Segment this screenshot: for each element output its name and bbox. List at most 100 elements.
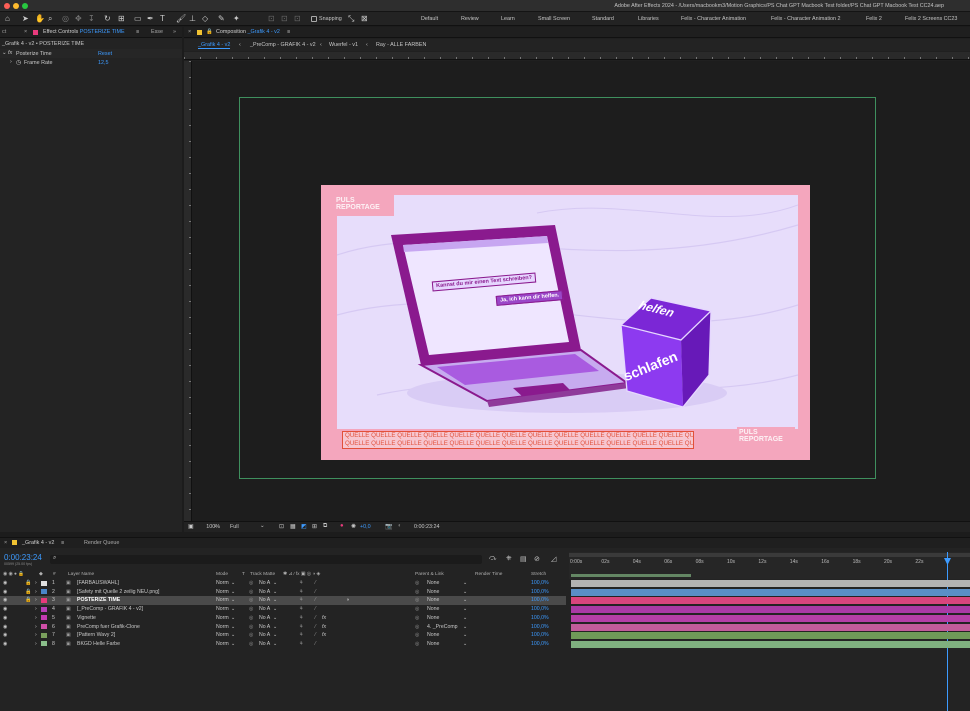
timeline-tab[interactable]: _Grafik 4 - v2 (22, 540, 54, 546)
layer-duration-bar[interactable] (571, 614, 970, 622)
pick-whip-icon[interactable]: ◎ (415, 606, 420, 612)
comp-flowchart-icon[interactable]: ⤼ (489, 555, 496, 563)
home-icon[interactable]: ⌂ (5, 14, 10, 23)
roto-brush-tool-icon[interactable]: ✎ (218, 14, 225, 23)
stretch-value[interactable]: 100,0% (531, 597, 549, 603)
layer-duration-bar[interactable] (571, 623, 970, 631)
timeline-layer-row[interactable]: ◉ 🔒 › 3 ▣ POSTERIZE TIME Norm ⌄ ◎ No A ⌄ ⚘ ⁄ ◑ ◎ None ⌄ 1… (0, 596, 566, 605)
lock-icon[interactable]: 🔒 (206, 29, 213, 35)
blend-mode-dropdown[interactable]: Norm (216, 597, 229, 603)
workspace-felix-2[interactable]: Felix 2 (866, 16, 882, 22)
snap-options-icon[interactable]: ⤡ (348, 14, 354, 24)
pan-behind-tool-icon[interactable]: ⊞ (118, 14, 125, 23)
layer-name[interactable]: [Safety mit Quelle 2 zeilig NEU.png] (77, 589, 159, 595)
chevron-down-icon[interactable]: ⌄ (463, 632, 467, 638)
layer-name[interactable]: PreComp fuer Grafik-Clone (77, 624, 140, 630)
layer-label-color[interactable] (41, 615, 47, 621)
expand-triangle-icon[interactable]: › (35, 597, 37, 603)
shy-switch-icon[interactable]: ⚘ (299, 632, 304, 638)
expand-triangle-icon[interactable]: › (35, 606, 37, 612)
chevron-down-icon[interactable]: ⌄ (273, 624, 277, 630)
axis-local-icon[interactable]: ⊡ (268, 14, 275, 23)
stretch-value[interactable]: 100,0% (531, 589, 549, 595)
parent-dropdown[interactable]: None (427, 632, 439, 638)
workspace-standard[interactable]: Standard (592, 16, 614, 22)
eye-icon[interactable]: ◉ (3, 632, 8, 638)
workspace-libraries[interactable]: Libraries (638, 16, 659, 22)
track-matte-dropdown[interactable]: No A (259, 589, 270, 595)
eye-icon[interactable]: ◉ (3, 589, 8, 595)
workspace-review[interactable]: Review (461, 16, 479, 22)
hand-tool-icon[interactable]: ✋ (35, 14, 45, 23)
layer-label-color[interactable] (41, 580, 47, 586)
chevron-down-icon[interactable]: ⌄ (463, 580, 467, 586)
timeline-layer-row[interactable]: ◉ › 5 ▣ Vignette Norm ⌄ ◎ No A ⌄ ⚘ ⁄ fx ◎ None ⌄ 100,0% (0, 614, 566, 623)
eye-icon[interactable]: ◉ (3, 624, 8, 630)
layer-duration-bar[interactable] (571, 580, 970, 587)
timeline-layer-row[interactable]: ◉ 🔒 › 2 ▣ [Safety mit Quelle 2 zeilig NEU.png… (0, 588, 566, 597)
chevron-down-icon[interactable]: ⌄ (231, 589, 235, 595)
chevron-down-icon[interactable]: ⌄ (260, 523, 265, 529)
quality-switch-icon[interactable]: ⁄ (315, 597, 316, 603)
chevron-down-icon[interactable]: ⌄ (463, 589, 467, 595)
close-timeline-tab-icon[interactable]: × (4, 540, 7, 546)
blend-mode-dropdown[interactable]: Norm (216, 606, 229, 612)
horizontal-ruler[interactable] (184, 52, 970, 60)
breadcrumb-grafik-4[interactable]: _Grafik 4 - v2 (198, 42, 231, 49)
eye-icon[interactable]: ◉ (3, 641, 8, 647)
blend-mode-dropdown[interactable]: Norm (216, 589, 229, 595)
eye-icon[interactable]: ◉ (3, 615, 8, 621)
preserve-transparency-icon[interactable]: ◎ (249, 597, 254, 603)
track-matte-dropdown[interactable]: No A (259, 632, 270, 638)
eye-icon[interactable]: ◉ (3, 580, 8, 586)
graph-editor-icon[interactable]: ◿ (551, 555, 556, 563)
layer-search-input[interactable]: ⌕ (50, 555, 482, 564)
pick-whip-icon[interactable]: ◎ (415, 580, 420, 586)
preserve-transparency-icon[interactable]: ◎ (249, 641, 254, 647)
zoom-tool-icon[interactable]: ⌕ (48, 14, 52, 24)
parent-dropdown[interactable]: None (427, 580, 439, 586)
show-snapshot-icon[interactable]: ◐ (398, 523, 402, 529)
selection-tool-icon[interactable]: ➤ (22, 14, 29, 23)
chevron-down-icon[interactable]: ⌄ (463, 615, 467, 621)
workspace-default[interactable]: Default (421, 16, 438, 22)
stretch-value[interactable]: 100,0% (531, 624, 549, 630)
parent-dropdown[interactable]: None (427, 615, 439, 621)
pick-whip-icon[interactable]: ◎ (415, 624, 420, 630)
expand-triangle-icon[interactable]: › (35, 632, 37, 638)
pick-whip-icon[interactable]: ◎ (415, 641, 420, 647)
fx-icon[interactable]: fx (8, 50, 12, 56)
more-tabs-icon[interactable]: » (173, 29, 176, 35)
parent-dropdown[interactable]: None (427, 606, 439, 612)
workspace-felix-character-animation-2[interactable]: Felix - Character Animation 2 (771, 16, 841, 22)
track-matte-dropdown[interactable]: No A (259, 580, 270, 586)
layer-name[interactable]: [Pattern Wavy 2] (77, 632, 115, 638)
fx-switch-icon[interactable]: fx (322, 615, 326, 621)
shy-layers-icon[interactable]: ▤ (520, 555, 527, 563)
chevron-down-icon[interactable]: ⌄ (273, 632, 277, 638)
expand-triangle-icon[interactable]: › (35, 641, 37, 647)
chevron-down-icon[interactable]: ⌄ (273, 589, 277, 595)
chevron-down-icon[interactable]: ⌄ (273, 580, 277, 586)
layer-label-color[interactable] (41, 641, 47, 647)
preserve-transparency-icon[interactable]: ◎ (249, 606, 254, 612)
effect-controls-tab[interactable]: Effect Controls POSTERIZE TIME (43, 29, 125, 35)
timeline-layer-row[interactable]: ◉ 🔒 › 1 ▣ [FARBAUSWAHL] Norm ⌄ ◎ No A ⌄ ⚘ ⁄ ◎ None ⌄ 100… (0, 579, 566, 588)
close-comp-tab-icon[interactable]: × (188, 29, 191, 35)
clone-stamp-tool-icon[interactable]: ⊥ (189, 14, 196, 23)
lock-icon[interactable]: 🔒 (25, 580, 31, 586)
layer-label-color[interactable] (41, 632, 47, 638)
blend-mode-dropdown[interactable]: Norm (216, 615, 229, 621)
layer-duration-bar[interactable] (571, 640, 970, 648)
expand-triangle-icon[interactable]: ⌄ (2, 50, 7, 56)
blend-mode-dropdown[interactable]: Norm (216, 641, 229, 647)
previous-panel-tab[interactable]: ct (2, 29, 6, 35)
close-tab-icon[interactable]: × (24, 29, 27, 35)
workspace-felix-character-animation[interactable]: Felix - Character Animation (681, 16, 746, 22)
frame-rate-value[interactable]: 12,5 (98, 60, 109, 66)
reset-link[interactable]: Reset (98, 51, 112, 57)
expand-triangle-icon[interactable]: › (35, 589, 37, 595)
chevron-down-icon[interactable]: ⌄ (463, 597, 467, 603)
expand-triangle-icon[interactable]: › (35, 615, 37, 621)
shy-switch-icon[interactable]: ⚘ (299, 589, 304, 595)
